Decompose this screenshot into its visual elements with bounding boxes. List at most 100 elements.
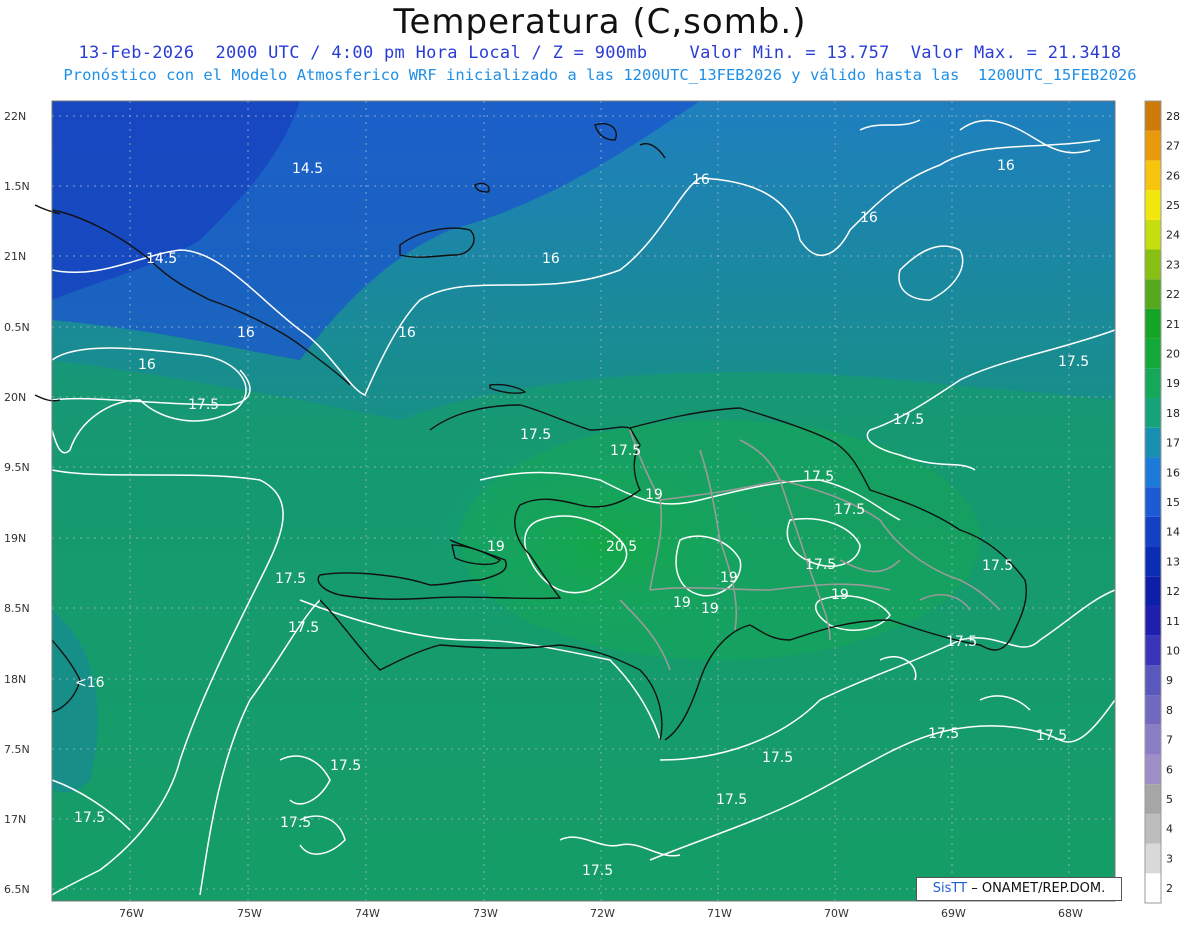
colorbar-swatch: [1145, 308, 1161, 339]
colorbar-label: 19: [1166, 377, 1180, 390]
colorbar-label: 9: [1166, 674, 1173, 687]
colorbar-label: 11: [1166, 615, 1180, 628]
colorbar-label: 22: [1166, 288, 1180, 301]
x-tick-label: 74W: [355, 907, 380, 920]
colorbar-label: 18: [1166, 407, 1180, 420]
x-tick-label: 75W: [237, 907, 262, 920]
colorbar-swatch: [1145, 784, 1161, 814]
contour-label: 17.5: [610, 443, 641, 459]
colorbar-label: 26: [1166, 169, 1180, 182]
contour-label: 17.5: [520, 427, 551, 443]
colorbar-swatch: [1145, 219, 1161, 250]
colorbar-swatch: [1145, 338, 1161, 369]
contour-label: 14.5: [146, 251, 177, 267]
colorbar-swatch: [1145, 487, 1161, 517]
contour-label: 17.5: [1036, 728, 1067, 744]
colorbar-swatch: [1145, 101, 1161, 131]
contour-label: 16: [542, 251, 560, 267]
colorbar-label: 8: [1166, 704, 1173, 717]
colorbar-swatch: [1145, 605, 1161, 636]
contour-label: 16: [692, 172, 710, 188]
colorbar-label: 20: [1166, 347, 1180, 360]
colorbar-label: 7: [1166, 734, 1173, 747]
colorbar-label: 13: [1166, 555, 1180, 568]
sistt-logo-text: SisTT: [932, 881, 968, 896]
colorbar-label: 2: [1166, 882, 1173, 895]
contour-label: 17.5: [275, 571, 306, 587]
colorbar-swatch: [1145, 546, 1161, 577]
credit-text: ONAMET/REP.DOM.: [981, 881, 1106, 896]
x-axis: 76W 75W 74W 73W 72W 71W 70W 69W 68W: [119, 907, 1083, 920]
contour-label: 16: [398, 325, 416, 341]
y-axis: 22N 1.5N 21N 0.5N 20N 9.5N 19N 8.5N 18N …: [4, 110, 30, 896]
contour-label: 20.5: [606, 539, 637, 555]
contour-label: 17.5: [928, 726, 959, 742]
contour-label: 16: [997, 158, 1015, 174]
contour-label: 19: [673, 595, 691, 611]
colorbar-swatch: [1145, 873, 1161, 903]
contour-label: 17.5: [582, 863, 613, 879]
colorbar-swatch: [1145, 457, 1161, 488]
colorbar-label: 24: [1166, 229, 1180, 242]
contour-label: 17.5: [982, 558, 1013, 574]
contour-label: 17.5: [188, 397, 219, 413]
credit-dash: –: [971, 881, 978, 896]
contour-label: 17.5: [834, 502, 865, 518]
x-tick-label: 72W: [590, 907, 615, 920]
colorbar-swatch: [1145, 635, 1161, 666]
colorbar-label: 3: [1166, 852, 1173, 865]
colorbar-swatch: [1145, 724, 1161, 755]
colorbar-swatch: [1145, 665, 1161, 696]
colorbar-label: 23: [1166, 258, 1180, 271]
colorbar-swatch: [1145, 160, 1161, 191]
y-tick-label: 21N: [4, 250, 26, 263]
contour-label: 19: [720, 570, 738, 586]
colorbar-swatch: [1145, 368, 1161, 399]
contour-label: 17.5: [288, 620, 319, 636]
contour-label: <16: [75, 675, 105, 691]
y-tick-label: 8.5N: [4, 602, 30, 615]
colorbar-label: 17: [1166, 437, 1180, 450]
y-tick-label: 17N: [4, 813, 26, 826]
colorbar-swatch: [1145, 843, 1161, 874]
x-tick-label: 76W: [119, 907, 144, 920]
colorbar-label: 4: [1166, 823, 1173, 836]
x-tick-label: 71W: [707, 907, 732, 920]
y-tick-label: 20N: [4, 391, 26, 404]
contour-label: 17.5: [280, 815, 311, 831]
colorbar-swatch: [1145, 427, 1161, 458]
colorbar-label: 6: [1166, 763, 1173, 776]
contour-label: 19: [487, 539, 505, 555]
y-tick-label: 22N: [4, 110, 26, 123]
colorbar: 2345678910111213141516171819202122232425…: [1144, 100, 1180, 904]
colorbar-swatch: [1145, 249, 1161, 280]
contour-label: 17.5: [716, 792, 747, 808]
colorbar-swatch: [1145, 754, 1161, 785]
contour-label: 17.5: [330, 758, 361, 774]
y-tick-label: 7.5N: [4, 743, 30, 756]
colorbar-label: 16: [1166, 466, 1180, 479]
colorbar-label: 21: [1166, 318, 1180, 331]
contour-label: 16: [237, 325, 255, 341]
colorbar-label: 15: [1166, 496, 1180, 509]
colorbar-label: 14: [1166, 526, 1180, 539]
credit-box: SisTT – ONAMET/REP.DOM.: [916, 877, 1122, 901]
colorbar-swatch: [1145, 576, 1161, 606]
y-tick-label: 1.5N: [4, 180, 30, 193]
y-tick-label: 19N: [4, 532, 26, 545]
contour-label: 19: [701, 601, 719, 617]
y-tick-label: 9.5N: [4, 461, 30, 474]
x-tick-label: 70W: [824, 907, 849, 920]
colorbar-swatch: [1145, 398, 1161, 428]
contour-label: 17.5: [803, 469, 834, 485]
y-tick-label: 6.5N: [4, 883, 30, 896]
contour-label: 17.5: [946, 634, 977, 650]
contour-label: 17.5: [893, 412, 924, 428]
contour-label: 17.5: [762, 750, 793, 766]
contour-label: 14.5: [292, 161, 323, 177]
temperature-map: 14.5 14.5 16 16 16 16 16 16 16 17.5 17.5…: [4, 100, 1180, 920]
colorbar-swatch: [1145, 695, 1161, 725]
x-tick-label: 69W: [941, 907, 966, 920]
colorbar-swatch: [1145, 279, 1161, 309]
y-tick-label: 18N: [4, 673, 26, 686]
